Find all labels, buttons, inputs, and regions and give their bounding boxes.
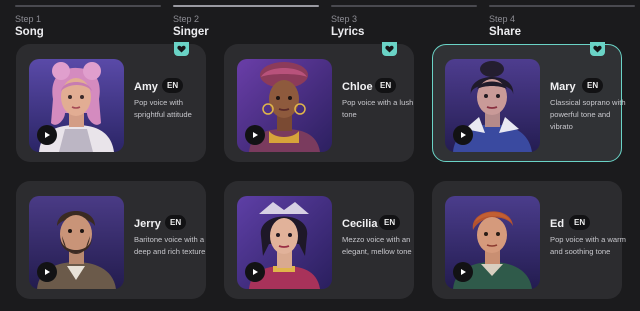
singer-avatar: [445, 196, 540, 289]
language-badge: EN: [375, 78, 397, 93]
play-button[interactable]: [245, 125, 265, 145]
language-badge: EN: [569, 215, 591, 230]
singer-card-ed[interactable]: Ed EN Pop voice with a warm and soothing…: [432, 181, 626, 299]
singer-card-jerry[interactable]: Jerry EN Baritone voice with a deep and …: [16, 181, 206, 299]
singer-card-cecilia[interactable]: Cecilia EN Mezzo voice with an elegant, …: [224, 181, 414, 299]
singer-description: Classical soprano with powerful tone and…: [550, 98, 626, 131]
singer-avatar: [29, 196, 124, 289]
heart-icon: [385, 45, 394, 53]
favorite-badge[interactable]: [590, 42, 605, 56]
step-bar-active: [173, 5, 319, 7]
step-number: Step 2: [173, 14, 200, 24]
play-icon: [45, 132, 50, 138]
singer-description: Pop voice with sprightful attitude: [134, 98, 192, 119]
singer-avatar: [237, 59, 332, 152]
play-icon: [461, 269, 466, 275]
singer-description: Mezzo voice with an elegant, mellow tone: [342, 235, 412, 256]
play-button[interactable]: [453, 262, 473, 282]
play-icon: [461, 132, 466, 138]
heart-icon: [593, 45, 602, 53]
singer-card-amy[interactable]: Amy EN Pop voice with sprightful attitud…: [16, 42, 206, 162]
favorite-badge[interactable]: [382, 42, 397, 56]
step-bar: [331, 5, 477, 7]
step-singer[interactable]: Step 2 Singer: [173, 0, 321, 40]
singer-name: Mary: [550, 81, 576, 93]
language-badge: EN: [379, 215, 401, 230]
singer-name: Chloe: [342, 81, 373, 93]
step-name: Share: [489, 26, 521, 38]
singer-avatar: [29, 59, 124, 152]
language-badge: EN: [165, 215, 187, 230]
step-share[interactable]: Step 4 Share: [489, 0, 637, 40]
step-name: Singer: [173, 26, 209, 38]
singer-card-mary[interactable]: Mary EN Classical soprano with powerful …: [432, 42, 626, 162]
step-number: Step 3: [331, 14, 358, 24]
language-badge: EN: [582, 78, 604, 93]
heart-icon: [177, 45, 186, 53]
play-button[interactable]: [245, 262, 265, 282]
step-number: Step 1: [15, 14, 42, 24]
step-progress: Step 1 Song Step 2 Singer Step 3 Lyrics …: [0, 0, 640, 40]
play-icon: [253, 132, 258, 138]
singer-name: Ed: [550, 218, 565, 230]
singer-card-chloe[interactable]: Chloe EN Pop voice with a lush tone: [224, 42, 414, 162]
step-name: Lyrics: [331, 26, 365, 38]
step-name: Song: [15, 26, 44, 38]
language-badge: EN: [162, 78, 184, 93]
singer-name: Amy: [134, 81, 158, 93]
favorite-badge[interactable]: [174, 42, 189, 56]
singer-avatar: [445, 59, 540, 152]
play-icon: [45, 269, 50, 275]
step-lyrics[interactable]: Step 3 Lyrics: [331, 0, 479, 40]
singer-name: Cecilia: [342, 218, 378, 230]
play-button[interactable]: [37, 125, 57, 145]
singer-description: Pop voice with a lush tone: [342, 98, 414, 119]
singer-name: Jerry: [134, 218, 161, 230]
step-number: Step 4: [489, 14, 516, 24]
step-bar: [489, 5, 635, 7]
play-button[interactable]: [37, 262, 57, 282]
singer-avatar: [237, 196, 332, 289]
play-button[interactable]: [453, 125, 473, 145]
step-song[interactable]: Step 1 Song: [15, 0, 163, 40]
singer-description: Baritone voice with a deep and rich text…: [134, 235, 206, 256]
singer-description: Pop voice with a warm and soothing tone: [550, 235, 626, 256]
play-icon: [253, 269, 258, 275]
step-bar: [15, 5, 161, 7]
